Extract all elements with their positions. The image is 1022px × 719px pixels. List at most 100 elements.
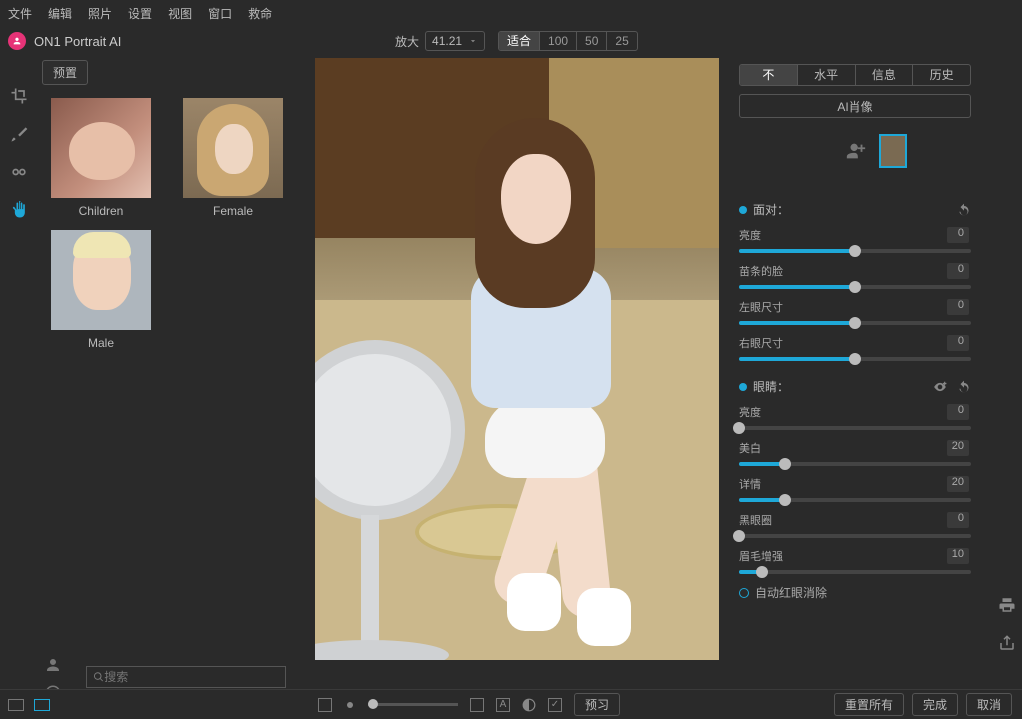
slider-track[interactable] xyxy=(739,462,971,466)
menu-help[interactable]: 救命 xyxy=(248,5,272,22)
auto-red-label: 自动红眼消除 xyxy=(755,584,827,601)
slider-track[interactable] xyxy=(739,249,971,253)
section-eyes: 眼睛： 亮度0美白20详情20黑眼圈0眉毛增强10 自动红眼消除 xyxy=(739,375,971,601)
image-viewer[interactable] xyxy=(305,56,729,696)
crop-tool-icon[interactable] xyxy=(9,86,29,106)
preset-grid: Children Female Male xyxy=(38,85,305,363)
opacity-slider[interactable] xyxy=(368,703,458,706)
slider-track[interactable] xyxy=(739,498,971,502)
preset-thumb xyxy=(183,98,283,198)
slider-label: 左眼尺寸 xyxy=(739,299,783,315)
slider-label: 美白 xyxy=(739,440,761,456)
circle-half-icon[interactable] xyxy=(522,698,536,712)
main-image xyxy=(315,58,719,660)
preset-tab[interactable]: 预置 xyxy=(42,60,88,85)
eyes-slider-0[interactable]: 亮度 0 xyxy=(739,404,971,430)
search-input-wrapper[interactable] xyxy=(86,666,286,688)
add-face-icon[interactable] xyxy=(845,140,867,162)
link-tool-icon[interactable] xyxy=(9,162,29,182)
slider-track[interactable] xyxy=(739,321,971,325)
done-button[interactable]: 完成 xyxy=(912,693,958,716)
zoom-value-dropdown[interactable]: 41.21 xyxy=(425,31,485,51)
menu-file[interactable]: 文件 xyxy=(8,5,32,22)
section-dot-icon xyxy=(739,383,747,391)
reset-all-button[interactable]: 重置所有 xyxy=(834,693,904,716)
preset-item-children[interactable]: Children xyxy=(46,98,156,218)
mask-user-icon[interactable] xyxy=(44,656,62,674)
menu-bar: 文件 编辑 照片 设置 视图 窗口 救命 xyxy=(0,0,1022,26)
preset-label: Female xyxy=(213,204,253,218)
hand-tool-icon[interactable] xyxy=(9,200,29,220)
preset-label: Children xyxy=(79,204,124,218)
tab-none[interactable]: 不 xyxy=(740,65,798,85)
slider-track[interactable] xyxy=(739,357,971,361)
preview-button[interactable]: 预习 xyxy=(574,693,620,716)
ai-portrait-button[interactable]: AI肖像 xyxy=(739,94,971,118)
eyes-slider-2[interactable]: 详情20 xyxy=(739,476,971,502)
slider-value: 10 xyxy=(947,548,969,564)
slider-track[interactable] xyxy=(739,570,971,574)
fit-option-25[interactable]: 25 xyxy=(607,32,636,50)
menu-edit[interactable]: 编辑 xyxy=(48,5,72,22)
slider-value: 20 xyxy=(947,440,969,456)
eyes-slider-1[interactable]: 美白 20 xyxy=(739,440,971,466)
fit-option-fit[interactable]: 适合 xyxy=(499,32,540,50)
app-title: ON1 Portrait AI xyxy=(34,34,121,49)
preset-item-male[interactable]: Male xyxy=(46,230,156,350)
slider-track[interactable] xyxy=(739,426,971,430)
undo-icon[interactable] xyxy=(957,380,971,394)
tab-history[interactable]: 历史 xyxy=(913,65,970,85)
preset-thumb xyxy=(51,98,151,198)
undo-icon[interactable] xyxy=(957,203,971,217)
fit-option-100[interactable]: 100 xyxy=(540,32,577,50)
slider-track[interactable] xyxy=(739,534,971,538)
slider-label: 亮度 xyxy=(739,404,761,420)
brush-tool-icon[interactable] xyxy=(9,124,29,144)
menu-window[interactable]: 窗口 xyxy=(208,5,232,22)
slider-label: 亮度 xyxy=(739,227,761,243)
fit-toggle-group: 适合 100 50 25 xyxy=(498,31,638,51)
layout-compare-icon[interactable] xyxy=(34,699,50,711)
circle-small-icon[interactable] xyxy=(344,699,356,711)
menu-view[interactable]: 视图 xyxy=(168,5,192,22)
menu-settings[interactable]: 设置 xyxy=(128,5,152,22)
eye-plus-icon[interactable] xyxy=(931,380,949,394)
export-icon[interactable] xyxy=(998,634,1016,652)
menu-photo[interactable]: 照片 xyxy=(88,5,112,22)
face-slider-0[interactable]: 亮度 0 xyxy=(739,227,971,253)
section-dot-icon xyxy=(739,206,747,214)
slider-label: 眉毛增强 xyxy=(739,548,783,564)
slider-track[interactable] xyxy=(739,285,971,289)
adjust-panel: 不 水平 信息 历史 AI肖像 面对： 亮度0苗条的脸0左眼尺寸0右眼尺寸0 眼… xyxy=(729,56,1022,696)
face-slider-1[interactable]: 苗条的脸0 xyxy=(739,263,971,289)
face-slider-3[interactable]: 右眼尺寸0 xyxy=(739,335,971,361)
preset-item-female[interactable]: Female xyxy=(178,98,288,218)
tab-info[interactable]: 信息 xyxy=(856,65,914,85)
eyes-slider-3[interactable]: 黑眼圈0 xyxy=(739,512,971,538)
app-logo-icon xyxy=(8,32,26,50)
app-header: ON1 Portrait AI 放大 41.21 适合 100 50 25 xyxy=(0,26,1022,56)
mask-toggle-icon[interactable] xyxy=(470,698,484,712)
slider-value: 0 xyxy=(947,227,969,243)
detected-face-thumb[interactable] xyxy=(879,134,907,168)
slider-label: 右眼尺寸 xyxy=(739,335,783,351)
face-slider-2[interactable]: 左眼尺寸0 xyxy=(739,299,971,325)
auto-redeye-toggle[interactable]: 自动红眼消除 xyxy=(739,584,971,601)
chevron-down-icon xyxy=(468,36,478,46)
text-a-icon[interactable]: A xyxy=(496,698,510,712)
layout-single-icon[interactable] xyxy=(8,699,24,711)
slider-value: 0 xyxy=(947,512,969,528)
printer-icon[interactable] xyxy=(998,596,1016,614)
cancel-button[interactable]: 取消 xyxy=(966,693,1012,716)
zoom-label: 放大 xyxy=(395,33,419,50)
search-input[interactable] xyxy=(104,670,279,684)
slider-value: 0 xyxy=(947,404,969,420)
search-icon xyxy=(93,671,104,683)
slider-value: 0 xyxy=(947,263,969,279)
check-box-icon[interactable]: ✓ xyxy=(548,698,562,712)
slider-value: 20 xyxy=(947,476,969,492)
fit-option-50[interactable]: 50 xyxy=(577,32,607,50)
square-toggle-icon[interactable] xyxy=(318,698,332,712)
tab-level[interactable]: 水平 xyxy=(798,65,856,85)
eyes-slider-4[interactable]: 眉毛增强 10 xyxy=(739,548,971,574)
